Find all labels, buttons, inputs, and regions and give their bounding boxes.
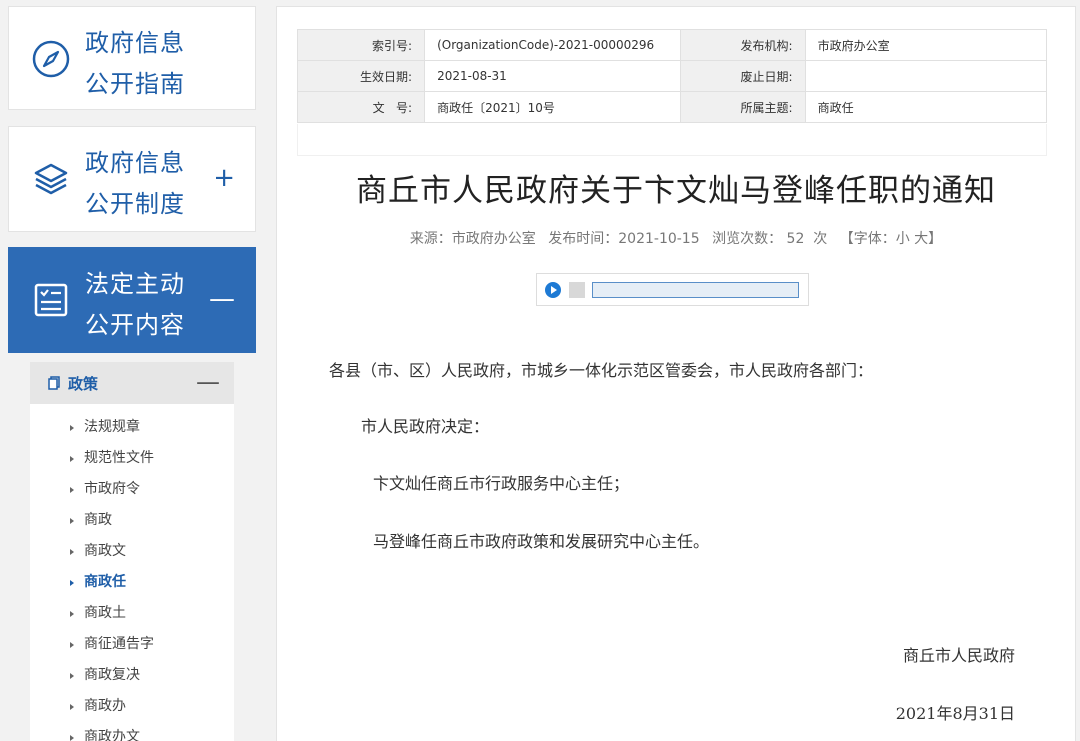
caret-right-icon: [70, 425, 74, 431]
subnav-head-label: 政策: [68, 375, 99, 393]
collapse-minus-icon[interactable]: —: [209, 284, 235, 314]
article-title: 商丘市人民政府关于卞文灿马登峰任职的通知: [356, 173, 996, 209]
article-signature: 商丘市人民政府: [902, 646, 1015, 665]
caret-right-icon: [70, 549, 74, 555]
play-icon[interactable]: [545, 282, 561, 298]
topic-label: 所属主题:: [679, 91, 806, 123]
checklist-icon: [34, 283, 68, 317]
article-source: 来源：市政府办公室: [409, 231, 536, 247]
doc-number-value: 商政任〔2021〕10号: [424, 91, 681, 123]
metadata-table: 索引号: (OrganizationCode)-2021-00000296 发布…: [296, 29, 1048, 123]
subnav-item-label: 商政办: [84, 698, 126, 714]
nav-card-guide-title: 政府信息 公开指南: [85, 29, 185, 98]
subnav-item-label: 商政: [84, 512, 112, 528]
caret-right-icon: [70, 704, 74, 710]
subnav-head-policy[interactable]: 政策 —: [30, 362, 234, 404]
subnav-list: 法规规章规范性文件市政府令商政商政文商政任商政土商征通告字商政复决商政办商政办文: [30, 404, 234, 741]
subnav-item[interactable]: 规范性文件: [30, 443, 234, 474]
topic-value: 商政任: [804, 91, 1048, 123]
subnav-item-label: 商政复决: [84, 667, 140, 683]
caret-right-icon: [70, 487, 74, 493]
nav-card-legal-content[interactable]: 法定主动 公开内容 —: [8, 247, 256, 353]
subnav-item[interactable]: 商政土: [30, 598, 234, 629]
layers-icon: [34, 163, 68, 195]
caret-right-icon: [70, 518, 74, 524]
subnav-item-label: 商政任: [84, 574, 126, 590]
subnav-item[interactable]: 商政: [30, 505, 234, 536]
caret-right-icon: [70, 642, 74, 648]
article-paragraph-appointment-1: 卞文灿任商丘市行政服务中心主任；: [373, 474, 630, 493]
policy-subnav: 政策 — 法规规章规范性文件市政府令商政商政文商政任商政土商征通告字商政复决商政…: [30, 362, 234, 741]
stop-icon[interactable]: [569, 282, 585, 298]
article-date: 2021年8月31日: [895, 704, 1015, 723]
expire-date-value: [804, 60, 1048, 92]
metadata-spacer: [297, 124, 1047, 156]
effective-date-label: 生效日期:: [296, 60, 426, 92]
subnav-item-label: 市政府令: [84, 481, 140, 497]
subnav-item[interactable]: 商政办: [30, 691, 234, 722]
article-paragraph-addressee: 各县（市、区）人民政府，市城乡一体化示范区管委会，市人民政府各部门：: [329, 361, 874, 380]
expand-plus-icon[interactable]: +: [213, 163, 235, 193]
expire-date-label: 废止日期:: [679, 60, 806, 92]
subnav-item[interactable]: 商政办文: [30, 722, 234, 741]
caret-right-icon: [70, 673, 74, 679]
compass-icon: [32, 40, 70, 78]
caret-right-icon: [70, 735, 74, 741]
nav-card-system[interactable]: 政府信息 公开制度 +: [8, 126, 256, 232]
article-publish-time: 发布时间：2021-10-15: [548, 231, 700, 247]
publisher-label: 发布机构:: [679, 29, 806, 61]
doc-number-label: 文 号:: [296, 91, 426, 123]
subnav-item-label: 规范性文件: [84, 450, 154, 466]
article-paragraph-appointment-2: 马登峰任商丘市政府政策和发展研究中心主任。: [373, 532, 710, 551]
index-value: (OrganizationCode)-2021-00000296: [424, 29, 681, 61]
publisher-value: 市政府办公室: [804, 29, 1048, 61]
index-label: 索引号:: [296, 29, 426, 61]
nav-card-system-title: 政府信息 公开制度: [85, 149, 185, 218]
subnav-item[interactable]: 市政府令: [30, 474, 234, 505]
document-icon: [48, 376, 60, 390]
caret-right-icon: [70, 456, 74, 462]
collapse-minus-icon[interactable]: —: [196, 368, 220, 396]
subnav-item-label: 商政土: [84, 605, 126, 621]
subnav-item[interactable]: 法规规章: [30, 412, 234, 443]
caret-right-icon: [70, 611, 74, 617]
subnav-item[interactable]: 商政复决: [30, 660, 234, 691]
subnav-item-label: 商政文: [84, 543, 126, 559]
subnav-item-label: 商征通告字: [84, 636, 154, 652]
article-panel: 索引号: (OrganizationCode)-2021-00000296 发布…: [276, 6, 1076, 741]
subnav-item[interactable]: 商征通告字: [30, 629, 234, 660]
nav-card-guide[interactable]: 政府信息 公开指南: [8, 6, 256, 110]
caret-right-icon: [70, 580, 74, 586]
subnav-item-label: 法规规章: [84, 419, 140, 435]
article-paragraph-decision: 市人民政府决定：: [361, 417, 490, 436]
audio-player: [536, 273, 809, 306]
article-views: 浏览次数： 52 次: [712, 231, 828, 247]
nav-card-legal-title: 法定主动 公开内容: [85, 270, 185, 339]
font-size-switch[interactable]: 【字体：小 大】: [840, 231, 942, 247]
effective-date-value: 2021-08-31: [424, 60, 681, 92]
audio-progress-bar[interactable]: [592, 282, 799, 298]
subnav-item[interactable]: 商政任: [30, 567, 234, 598]
subnav-item-label: 商政办文: [84, 729, 140, 741]
subnav-item[interactable]: 商政文: [30, 536, 234, 567]
article-info: 来源：市政府办公室 发布时间：2021-10-15 浏览次数： 52 次 【字体…: [277, 228, 1075, 248]
